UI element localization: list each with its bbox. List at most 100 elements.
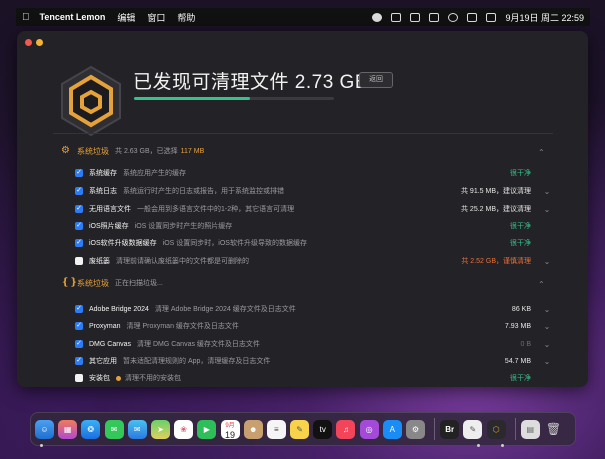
clock[interactable]: 9月19日 周二 22:59	[505, 11, 584, 24]
system-settings-icon[interactable]: ⚙	[406, 419, 425, 439]
section-selected-size: 117 MB	[180, 147, 205, 155]
app-store-icon[interactable]: A	[382, 419, 402, 439]
music-icon[interactable]: ♫	[336, 419, 356, 439]
item-name: 安装包	[89, 375, 110, 382]
item-name: DMG Canvas	[89, 340, 132, 348]
mail-icon[interactable]: ✉	[127, 419, 147, 439]
dock-separator	[514, 418, 516, 440]
item-name: Adobe Bridge 2024	[89, 305, 149, 313]
safari-icon[interactable]: ❂	[81, 419, 101, 439]
app-brackets-icon: ❴❵	[61, 277, 78, 288]
menu-bar:  Tencent Lemon 编辑 窗口 帮助 9月19日 周二 22:59	[16, 8, 590, 26]
item-status: 很干净	[510, 375, 531, 382]
item-name: Proxyman	[89, 322, 121, 330]
checkbox[interactable]	[75, 257, 83, 265]
photos-icon[interactable]: ❀	[174, 419, 194, 439]
calendar-day: 19	[224, 429, 235, 439]
item-status: 54.7 MB	[504, 357, 531, 365]
control-center-icon[interactable]	[486, 12, 497, 22]
scan-progress-bar	[134, 97, 334, 100]
item-description: 系统运行时产生的日志或报告，用于系统监控或排错	[123, 188, 284, 195]
launchpad-icon[interactable]: ▦	[58, 419, 78, 439]
item-name: iOS照片缓存	[89, 223, 129, 230]
facetime-icon[interactable]: ▶	[197, 419, 217, 439]
checkbox[interactable]: ✓	[75, 340, 83, 348]
chevron-up-icon[interactable]: ⌃	[538, 148, 545, 157]
podcasts-icon[interactable]: ◎	[359, 419, 379, 439]
chevron-down-icon[interactable]: ⌄	[541, 205, 553, 214]
notes-icon[interactable]: ✎	[290, 419, 310, 439]
menu-help[interactable]: 帮助	[177, 11, 195, 24]
dropbox-icon[interactable]	[410, 12, 421, 22]
chevron-down-icon[interactable]: ⌄	[541, 305, 553, 314]
item-description: 暂未适配清理规则的 App，清理缓存及日志文件	[123, 358, 271, 365]
checkbox[interactable]: ✓	[75, 322, 83, 330]
item-name: iOS软件升级数据缓存	[89, 240, 157, 247]
chevron-down-icon[interactable]: ⌄	[541, 340, 553, 349]
item-description: iOS 设置同步时，iOS软件升级导致的数据缓存	[162, 240, 307, 247]
adobe-bridge-icon[interactable]: Br	[440, 419, 460, 439]
item-description: 清理 DMG Canvas 缓存文件及日志文件	[137, 341, 260, 348]
item-description: 清理前请确认废纸篓中的文件都是可删除的	[116, 258, 249, 265]
textedit-icon[interactable]: ✎	[463, 419, 483, 439]
checkbox[interactable]: ✓	[75, 222, 83, 230]
section-header-app-junk[interactable]: ❴❵ 系统垃圾 正在扫描垃圾...	[61, 276, 163, 290]
input-method-icon[interactable]	[429, 12, 440, 22]
calendar-month: 9月	[225, 422, 235, 429]
apple-menu-icon[interactable]: 	[22, 12, 30, 23]
close-button[interactable]	[25, 39, 32, 46]
calendar-icon[interactable]: 9月 19	[220, 419, 240, 439]
chevron-up-icon[interactable]: ⌃	[538, 280, 545, 289]
item-status: 很干净	[510, 170, 531, 177]
item-name: 无用语言文件	[89, 206, 131, 213]
tencent-lemon-icon[interactable]: ⬡	[486, 419, 506, 439]
item-status: 0 B	[520, 340, 531, 348]
divider	[53, 133, 553, 134]
chevron-down-icon[interactable]: ⌄	[541, 357, 553, 366]
menu-window[interactable]: 窗口	[147, 11, 165, 24]
trash-icon[interactable]: 🗑	[544, 420, 563, 439]
menu-edit[interactable]: 编辑	[117, 11, 135, 24]
scan-result-title: 已发现可清理文件 2.73 GB	[133, 72, 368, 93]
item-description: 清理 Adobe Bridge 2024 缓存文件及日志文件	[154, 306, 296, 313]
document-icon[interactable]: ▤	[520, 419, 540, 439]
search-icon[interactable]	[467, 12, 478, 22]
finder-icon[interactable]: ☺	[35, 419, 54, 439]
list-item-system-logs: ✓ 系统日志 系统运行时产生的日志或报告，用于系统监控或排错 共 91.5 MB…	[75, 183, 553, 199]
chevron-down-icon[interactable]: ⌄	[541, 322, 553, 331]
contacts-icon[interactable]: ☻	[243, 419, 263, 439]
reminders-icon[interactable]: ≡	[266, 419, 286, 439]
section-header-system-junk[interactable]: ⚙ 系统垃圾 共 2.63 GB，已选择 117 MB	[61, 144, 204, 158]
back-button[interactable]: 返回	[359, 72, 393, 88]
checkbox[interactable]: ✓	[75, 239, 83, 247]
lemon-status-icon[interactable]	[372, 12, 383, 22]
maps-icon[interactable]: ➤	[150, 419, 170, 439]
list-item-ios-upgrade-cache: ✓ iOS软件升级数据缓存 iOS 设置同步时，iOS软件升级导致的数据缓存 很…	[75, 235, 553, 251]
checkbox[interactable]: ✓	[75, 305, 83, 313]
wifi-icon[interactable]	[448, 12, 459, 22]
list-item-trash: 废纸篓 清理前请确认废纸篓中的文件都是可删除的 共 2.52 GB，谨慎清理 ⌄	[75, 253, 553, 269]
checkbox[interactable]: ✓	[75, 187, 83, 195]
item-status: 共 91.5 MB，建议清理	[460, 188, 531, 195]
display-icon[interactable]	[391, 12, 402, 22]
app-menu[interactable]: Tencent Lemon	[40, 12, 106, 22]
chevron-down-icon[interactable]: ⌄	[541, 187, 553, 196]
chevron-down-icon[interactable]: ⌄	[541, 257, 553, 266]
running-indicator	[501, 444, 504, 447]
checkbox[interactable]: ✓	[75, 357, 83, 365]
checkbox[interactable]: ✓	[75, 205, 83, 213]
minimize-button[interactable]	[36, 39, 43, 46]
dock-separator	[434, 418, 436, 440]
checkbox[interactable]: ✓	[75, 169, 83, 177]
item-status: 共 2.52 GB，谨慎清理	[461, 258, 531, 265]
list-item-system-cache: ✓ 系统缓存 系统应用产生的缓存 很干净	[75, 165, 553, 181]
item-description: 清理 Proxyman 缓存文件及日志文件	[126, 323, 239, 330]
status-dot-icon	[116, 375, 121, 381]
section-title: 系统垃圾	[77, 146, 109, 156]
apple-tv-icon[interactable]: tv	[313, 419, 333, 439]
scan-progress-fill	[134, 97, 250, 100]
messages-icon[interactable]: ✉	[104, 419, 124, 439]
running-indicator	[477, 444, 480, 447]
gear-icon: ⚙	[61, 145, 70, 156]
checkbox[interactable]	[75, 374, 83, 382]
